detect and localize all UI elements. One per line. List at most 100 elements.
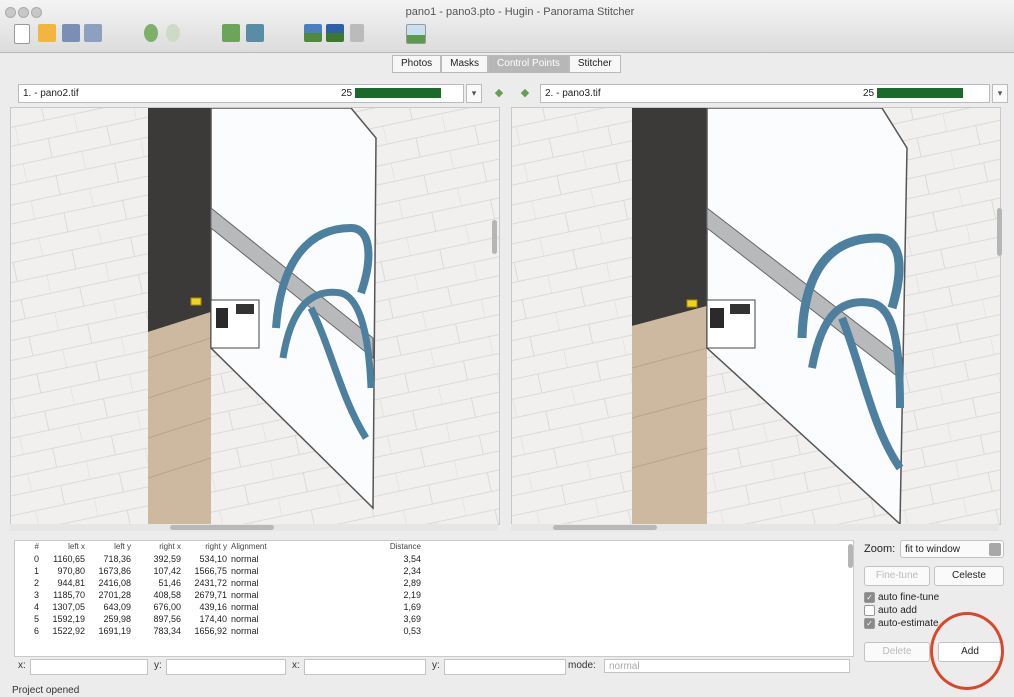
table-cell: 2679,71 (194, 590, 227, 600)
table-row[interactable]: 0 1160,65 718,36 392,59 534,10 normal 3,54 (15, 553, 853, 565)
table-cell: 408,58 (153, 590, 181, 600)
auto-add-label: auto add (878, 605, 917, 617)
table-cell: 1592,19 (52, 614, 85, 624)
table-cell: 5 (33, 614, 39, 624)
control-point-marker[interactable] (686, 299, 698, 308)
open-file-icon[interactable] (38, 24, 56, 42)
left-prev-arrow-icon[interactable]: ◆ (490, 84, 508, 102)
table-cell: 2,89 (403, 578, 421, 588)
table-cell: 718,36 (103, 554, 131, 564)
table-cell: normal (231, 578, 259, 588)
fine-tune-button[interactable]: Fine-tune (864, 566, 930, 586)
left-progress-bar (355, 88, 441, 98)
left-image-dropdown[interactable]: ▾ (466, 84, 482, 103)
auto-finetune-checkbox[interactable]: ✓ (864, 592, 875, 603)
table-scroll-thumb[interactable] (848, 544, 853, 568)
table-row[interactable]: 3 1185,70 2701,28 408,58 2679,71 normal 2,19 (15, 589, 853, 601)
table-cell: 897,56 (153, 614, 181, 624)
left-hscroll[interactable] (10, 524, 498, 531)
table-cell: 439,16 (199, 602, 227, 612)
table-cell: normal (231, 614, 259, 624)
auto-finetune-option[interactable]: ✓ auto fine-tune (864, 592, 939, 604)
table-row[interactable]: 5 1592,19 259,98 897,56 174,40 normal 3,69 (15, 613, 853, 625)
save-icon[interactable] (62, 24, 80, 42)
window-title: pano1 - pano3.pto - Hugin - Panorama Sti… (405, 6, 635, 18)
mode-select[interactable]: normal (604, 659, 850, 673)
table-body: 0 1160,65 718,36 392,59 534,10 normal 3,54 1 970… (15, 553, 853, 637)
table-cell: 1656,92 (194, 626, 227, 636)
tab-stitcher[interactable]: Stitcher (568, 55, 621, 73)
left-y-input[interactable] (166, 659, 286, 675)
col-right-y-header[interactable]: right y (181, 541, 227, 553)
right-vscroll-thumb[interactable] (997, 208, 1002, 256)
tab-masks[interactable]: Masks (441, 55, 489, 73)
table-cell: 0 (33, 554, 39, 564)
col-distance-header[interactable]: Distance (291, 541, 421, 553)
table-cell: 3,54 (403, 554, 421, 564)
col-index-header[interactable]: # (15, 541, 39, 553)
gl-preview-icon[interactable] (406, 24, 426, 44)
table-cell: 2431,72 (194, 578, 227, 588)
undo-icon[interactable] (144, 24, 158, 42)
left-image-panel[interactable]: + (10, 107, 500, 525)
right-image-select[interactable]: 2. - pano3.tif 25 (540, 84, 990, 103)
table-cell: 2701,28 (98, 590, 131, 600)
copy-icon[interactable] (222, 24, 240, 42)
image-icon[interactable] (246, 24, 264, 42)
delete-button[interactable]: Delete (864, 642, 930, 662)
left-x-input[interactable] (30, 659, 148, 675)
table-cell: normal (231, 566, 259, 576)
table-row[interactable]: 2 944,81 2416,08 51,46 2431,72 normal 2,89 (15, 577, 853, 589)
table-cell: 107,42 (153, 566, 181, 576)
zoom-value: fit to window (905, 544, 961, 555)
redo-icon[interactable] (166, 24, 180, 42)
tab-photos[interactable]: Photos (392, 55, 442, 73)
table-cell: normal (231, 590, 259, 600)
table-cell: 4 (33, 602, 39, 612)
table-cell: 392,59 (153, 554, 181, 564)
table-cell: 2416,08 (98, 578, 131, 588)
right-hscroll[interactable] (511, 524, 999, 531)
right-image-panel[interactable]: + (511, 107, 1001, 525)
tab-control-points[interactable]: Control Points (488, 55, 569, 73)
auto-add-checkbox[interactable] (864, 605, 875, 616)
table-row[interactable]: 4 1307,05 643,09 676,00 439,16 normal 1,69 (15, 601, 853, 613)
control-points-table[interactable]: # left x left y right x right y Alignmen… (14, 540, 854, 657)
table-row[interactable]: 6 1522,92 1691,19 783,34 1656,92 normal 0,53 (15, 625, 853, 637)
right-x-input[interactable] (304, 659, 426, 675)
zoom-window-button[interactable] (31, 7, 42, 18)
control-point-marker[interactable] (190, 297, 202, 306)
auto-estimate-checkbox[interactable]: ✓ (864, 618, 875, 629)
layout-icon[interactable] (350, 24, 364, 42)
zoom-select[interactable]: fit to window (900, 540, 1004, 558)
auto-estimate-label: auto-estimate (878, 618, 939, 630)
table-cell: 944,81 (57, 578, 85, 588)
col-alignment-header[interactable]: Alignment (227, 541, 291, 553)
left-vscroll-thumb[interactable] (492, 220, 497, 254)
table-cell: 2,19 (403, 590, 421, 600)
col-left-x-header[interactable]: left x (39, 541, 85, 553)
table-cell: 676,00 (153, 602, 181, 612)
right-image-dropdown[interactable]: ▾ (992, 84, 1008, 103)
table-row[interactable]: 1 970,80 1673,86 107,42 1566,75 normal 2,34 (15, 565, 853, 577)
left-image-select[interactable]: 1. - pano2.tif 25 (18, 84, 464, 103)
fast-preview-icon[interactable] (326, 24, 344, 42)
table-cell: 2,34 (403, 566, 421, 576)
minimize-window-button[interactable] (18, 7, 29, 18)
status-bar: Project opened (12, 685, 80, 696)
auto-estimate-option[interactable]: ✓ auto-estimate (864, 618, 939, 630)
tab-bar: Photos Masks Control Points Stitcher (392, 55, 621, 73)
right-next-arrow-icon[interactable]: ◆ (516, 84, 534, 102)
col-right-x-header[interactable]: right x (131, 541, 181, 553)
table-cell: 1,69 (403, 602, 421, 612)
new-file-icon[interactable] (14, 24, 30, 44)
panorama-preview-icon[interactable] (304, 24, 322, 42)
right-progress-bar (877, 88, 963, 98)
close-window-button[interactable] (5, 7, 16, 18)
auto-add-option[interactable]: auto add (864, 605, 917, 617)
celeste-button[interactable]: Celeste (934, 566, 1004, 586)
col-left-y-header[interactable]: left y (85, 541, 131, 553)
save-as-icon[interactable] (84, 24, 102, 42)
right-y-input[interactable] (444, 659, 566, 675)
table-cell: 2 (33, 578, 39, 588)
